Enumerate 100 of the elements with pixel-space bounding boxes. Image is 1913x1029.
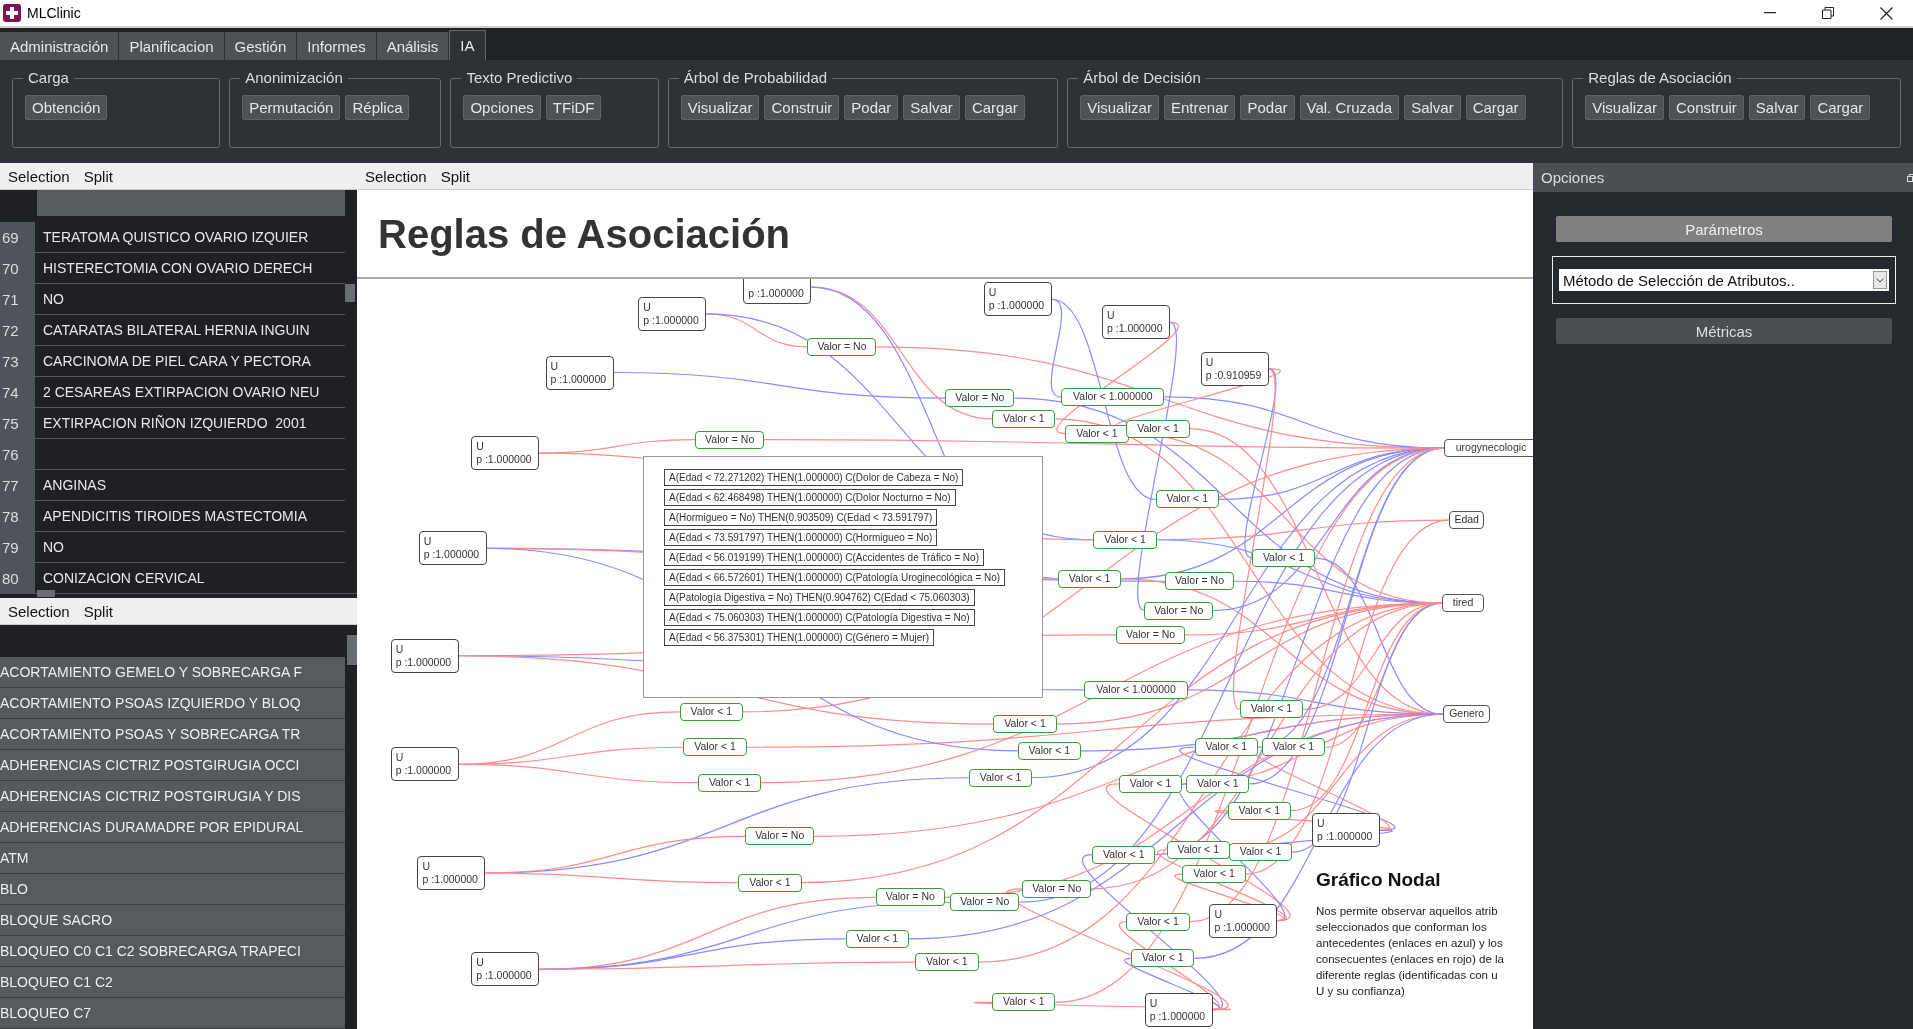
menu-tab[interactable]: Análisis	[376, 32, 450, 60]
condition-node[interactable]: Valor < 1	[679, 702, 743, 721]
condition-node[interactable]: Valor < 1	[915, 953, 979, 972]
menu-tab[interactable]: IA	[449, 30, 486, 60]
ribbon-button[interactable]: Construir	[1669, 95, 1744, 120]
scrollbar[interactable]	[37, 590, 55, 597]
condition-node[interactable]: Valor < 1.000000	[1084, 680, 1188, 699]
condition-node[interactable]: Valor < 1	[992, 409, 1056, 428]
condition-node[interactable]: Valor < 1	[1126, 419, 1190, 438]
list-item[interactable]: ADHERENCIAS CICTRIZ POSTGIRUGIA OCCI	[0, 750, 345, 781]
attribute-node[interactable]: Genero	[1442, 705, 1491, 724]
ribbon-button[interactable]: Visualizar	[1080, 95, 1159, 120]
ribbon-button[interactable]: Construir	[764, 95, 840, 120]
ribbon-button[interactable]: Visualizar	[680, 95, 760, 120]
ribbon-button[interactable]: Podar	[1240, 95, 1295, 120]
condition-node[interactable]: Valor = No	[1164, 572, 1234, 591]
condition-node[interactable]: Valor < 1	[1252, 549, 1316, 568]
condition-node[interactable]: Valor = No	[695, 430, 765, 449]
list-item[interactable]: ADHERENCIAS CICTRIZ POSTGIRUGIA Y DIS	[0, 781, 345, 812]
condition-node[interactable]: Valor < 1.000000	[1061, 387, 1165, 406]
ribbon-button[interactable]: Entrenar	[1163, 95, 1236, 120]
ribbon-button[interactable]: Salvar	[1404, 95, 1461, 120]
condition-node[interactable]: Valor < 1	[1065, 424, 1129, 443]
condition-node[interactable]: Valor < 1	[1166, 840, 1230, 859]
condition-node[interactable]: Valor < 1	[1228, 843, 1293, 862]
list-item[interactable]: ACORTAMIENTO PSOAS IZQUIERDO Y BLOQ	[0, 688, 345, 719]
toolbar-menu-item[interactable]: Selection	[8, 602, 70, 620]
condition-node[interactable]: Valor < 1	[1194, 738, 1258, 757]
toolbar-menu-item[interactable]: Selection	[8, 167, 70, 185]
condition-node[interactable]: Valor < 1	[1092, 845, 1156, 864]
condition-node[interactable]: Valor = No	[807, 337, 877, 356]
ribbon-button[interactable]: Cargar	[1465, 95, 1526, 120]
ribbon-button[interactable]: Opciones	[463, 95, 541, 120]
condition-node[interactable]: Valor < 1	[698, 773, 762, 792]
ribbon-button[interactable]: TFiDF	[545, 95, 602, 120]
menu-tab[interactable]: Informes	[297, 32, 377, 60]
toolbar-menu-item[interactable]: Selection	[365, 167, 427, 185]
ribbon-button[interactable]: Cargar	[1810, 95, 1871, 120]
condition-node[interactable]: Valor < 1	[1239, 700, 1304, 719]
ribbon-button[interactable]: Val. Cruzada	[1299, 95, 1400, 120]
menu-tab[interactable]: Administración	[0, 32, 120, 60]
list-item[interactable]: BLOQUEO C7	[0, 998, 345, 1029]
condition-node[interactable]: Valor = No	[1144, 601, 1214, 620]
condition-node[interactable]: Valor < 1	[1131, 949, 1195, 968]
menu-tab[interactable]: Planificacion	[119, 32, 225, 60]
condition-node[interactable]: Valor < 1	[968, 768, 1033, 787]
ribbon-button[interactable]: Cargar	[964, 95, 1025, 120]
row-number: 75	[0, 408, 35, 438]
condition-node[interactable]: Valor = No	[950, 893, 1020, 912]
section-button[interactable]: Parámetros	[1556, 216, 1892, 242]
minimize-icon[interactable]	[1764, 12, 1776, 14]
restore-icon[interactable]	[1822, 7, 1834, 19]
ribbon-button[interactable]: Permutación	[242, 95, 341, 120]
condition-node[interactable]: Valor < 1	[738, 873, 802, 892]
list-item[interactable]: ATM	[0, 843, 345, 874]
condition-node[interactable]: Valor = No	[1022, 879, 1092, 898]
condition-node[interactable]: Valor < 1	[1182, 865, 1246, 884]
condition-node[interactable]: Valor < 1	[683, 738, 747, 757]
dropdown[interactable]: Método de Selección de Atributos..	[1559, 269, 1889, 291]
list-item[interactable]: BLOQUE SACRO	[0, 905, 345, 936]
condition-node[interactable]: Valor < 1	[992, 993, 1056, 1012]
condition-node[interactable]: Valor = No	[745, 827, 815, 846]
attribute-node[interactable]: urogynecologic	[1443, 439, 1533, 458]
condition-node[interactable]: Valor < 1	[993, 715, 1057, 734]
condition-node[interactable]: Valor = No	[875, 888, 945, 907]
list-item[interactable]: ACORTAMIENTO GEMELO Y SOBRECARGA F	[0, 657, 345, 688]
attribute-node[interactable]: tired	[1442, 594, 1484, 613]
condition-node[interactable]: Valor < 1	[1126, 912, 1190, 931]
scrollbar[interactable]	[347, 635, 357, 665]
condition-node[interactable]: Valor = No	[1116, 625, 1186, 644]
list-item[interactable]: BLOQUEO C0 C1 C2 SOBRECARGA TRAPECI	[0, 936, 345, 967]
condition-node[interactable]: Valor < 1	[1058, 569, 1122, 588]
toolbar-menu-item[interactable]: Split	[83, 167, 113, 185]
list-item[interactable]: ACORTAMIENTO PSOAS Y SOBRECARGA TR	[0, 719, 345, 750]
ribbon-button[interactable]: Visualizar	[1585, 95, 1664, 120]
condition-node[interactable]: Valor < 1	[1017, 741, 1081, 760]
row-number: 79	[0, 532, 35, 562]
list-item[interactable]: BLO	[0, 874, 345, 905]
float-icon[interactable]	[1907, 173, 1913, 182]
list-item[interactable]: ADHERENCIAS DURAMADRE POR EPIDURAL	[0, 812, 345, 843]
condition-node[interactable]: Valor < 1	[1186, 774, 1250, 793]
toolbar-menu-item[interactable]: Split	[440, 167, 470, 185]
list-item[interactable]: BLOQUEO C1 C2	[0, 967, 345, 998]
condition-node[interactable]: Valor < 1	[1261, 738, 1326, 757]
condition-node[interactable]: Valor < 1	[1093, 530, 1157, 549]
condition-node[interactable]: Valor < 1	[1155, 490, 1219, 509]
ribbon-button[interactable]: Podar	[844, 95, 899, 120]
toolbar-menu-item[interactable]: Split	[83, 602, 113, 620]
condition-node[interactable]: Valor < 1	[845, 929, 909, 948]
attribute-node[interactable]: Edad	[1448, 511, 1485, 530]
section-button[interactable]: Métricas	[1556, 318, 1892, 344]
condition-node[interactable]: Valor < 1	[1227, 801, 1291, 820]
condition-node[interactable]: Valor < 1	[1119, 774, 1183, 793]
condition-node[interactable]: Valor = No	[945, 389, 1015, 408]
ribbon-button[interactable]: Salvar	[1748, 95, 1806, 120]
ribbon-button[interactable]: Salvar	[903, 95, 960, 120]
ribbon-button[interactable]: Obtención	[25, 95, 108, 120]
menu-tab[interactable]: Gestión	[224, 32, 298, 60]
close-icon[interactable]	[1880, 6, 1893, 20]
ribbon-button[interactable]: Réplica	[345, 95, 410, 120]
